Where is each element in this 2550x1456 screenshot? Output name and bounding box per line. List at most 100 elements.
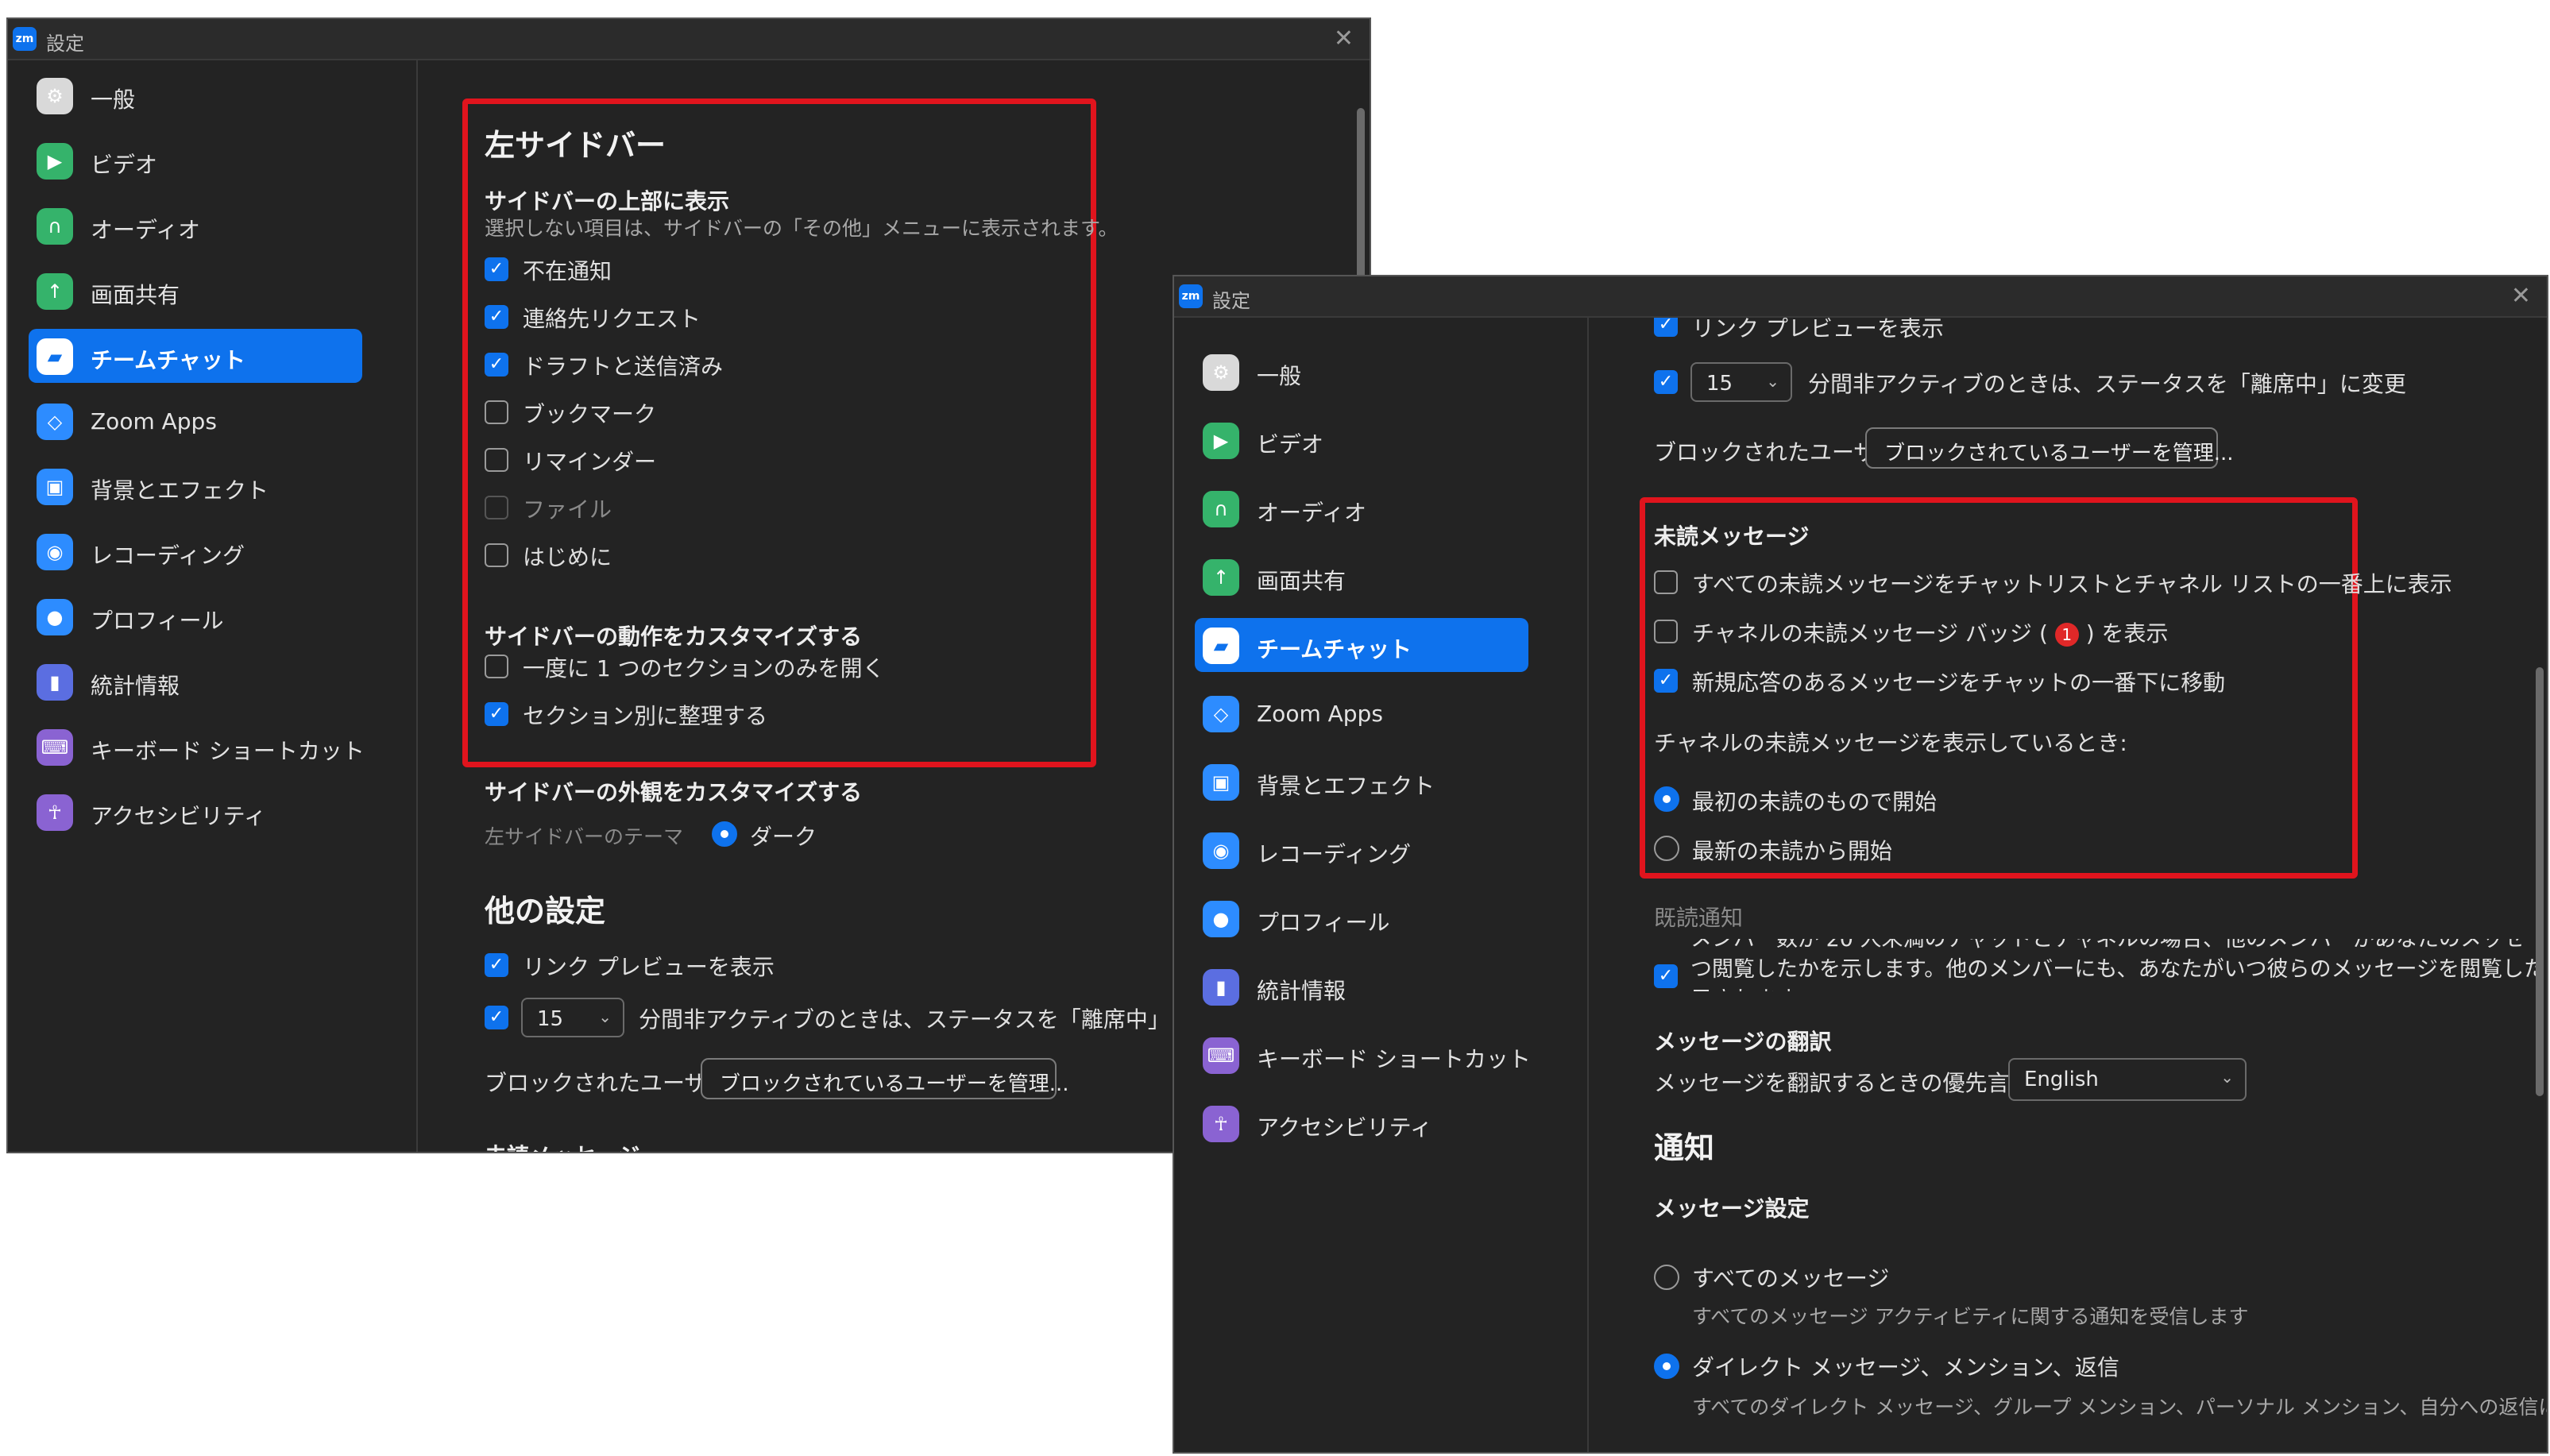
sidebar-item[interactable]: ⌨ キーボード ショートカット: [29, 720, 365, 774]
start-latest-unread-label: 最新の未読から開始: [1692, 838, 1893, 864]
start-latest-unread-radio[interactable]: [1654, 836, 1679, 861]
zoom-logo-icon: zm: [1179, 284, 1203, 308]
manage-blocked-users-label: ブロックされているユーザーを管理...: [1884, 442, 2234, 465]
translate-language-select[interactable]: English ⌄: [2008, 1058, 2247, 1101]
sidebar-item[interactable]: ⌨ キーボード ショートカット: [1195, 1028, 1531, 1082]
translate-heading: メッセージの翻訳: [1654, 1029, 1832, 1055]
sidebar-item-label: プロフィール: [91, 608, 224, 634]
sidebar-top-description: 選択しない項目は、サイドバーの「その他」メニューに表示されます。: [485, 217, 1119, 240]
read-receipt-line: メンバー数が 20 人未満のチャットとチャネルの場合、他のメンバーがあなたのメッ…: [1690, 939, 2547, 952]
notify-all-radio[interactable]: [1654, 1265, 1679, 1290]
sidebar-item[interactable]: ▶ ビデオ: [29, 133, 362, 187]
gear-icon: ⚙: [37, 78, 73, 114]
chat-icon: ▰: [37, 338, 73, 375]
title-bar: zm 設定 ✕: [1174, 276, 2547, 318]
close-icon[interactable]: ✕: [2511, 284, 2531, 308]
notify-direct-label: ダイレクト メッセージ、メンション、返信: [1692, 1354, 2119, 1381]
organize-by-section-checkbox[interactable]: ✓: [485, 702, 508, 726]
idle-minutes-select[interactable]: 15 ⌄: [1690, 362, 1792, 402]
sidebar-item[interactable]: ⚙ 一般: [29, 68, 362, 122]
unread-top-checkbox[interactable]: [1654, 570, 1678, 594]
away-notice-checkbox[interactable]: ✓: [485, 257, 508, 281]
idle-minutes-select[interactable]: 15 ⌄: [521, 998, 624, 1037]
contact-requests-checkbox[interactable]: ✓: [485, 305, 508, 329]
sidebar-item[interactable]: ↑ 画面共有: [29, 264, 362, 318]
unread-heading-cut: 未読メッセージ: [485, 1139, 639, 1152]
theme-dark-radio[interactable]: [712, 821, 737, 847]
background-icon: ▣: [1203, 764, 1239, 801]
close-icon[interactable]: ✕: [1334, 27, 1354, 51]
unread-badge-label-before: チャネルの未読メッセージ バッジ (: [1692, 620, 2048, 647]
notify-direct-radio[interactable]: [1654, 1354, 1679, 1379]
sidebar-item[interactable]: ◉ レコーディング: [1195, 823, 1528, 877]
sidebar-item[interactable]: ▣ 背景とエフェクト: [1195, 755, 1528, 809]
bookmarks-checkbox[interactable]: [485, 400, 508, 424]
drafts-sent-checkbox[interactable]: ✓: [485, 353, 508, 377]
share-screen-icon: ↑: [1203, 559, 1239, 596]
link-preview-label: リンク プレビューを表示: [523, 954, 775, 980]
sidebar-item[interactable]: ▶ ビデオ: [1195, 413, 1528, 467]
idle-status-checkbox[interactable]: ✓: [1654, 370, 1678, 394]
apps-icon: ◇: [37, 404, 73, 440]
chevron-down-icon: ⌄: [598, 1007, 612, 1026]
chevron-down-icon: ⌄: [1766, 372, 1779, 391]
contact-requests-label: 連絡先リクエスト: [523, 306, 701, 332]
move-replies-checkbox[interactable]: ✓: [1654, 669, 1678, 693]
manage-blocked-users-button[interactable]: ブロックされているユーザーを管理...: [701, 1058, 1069, 1099]
getting-started-checkbox[interactable]: [485, 543, 508, 567]
settings-sidebar: ⚙ 一般 ▶ ビデオ ∩ オーディオ ↑ 画面共有 ▰ チームチャット ◇ Zoom Apps ▣ 背景と…: [8, 60, 418, 1152]
scrollbar[interactable]: [2536, 667, 2544, 1096]
start-first-unread-radio[interactable]: [1654, 786, 1679, 812]
settings-window-back: zm 設定 ✕ ⚙ 一般 ▶ ビデオ ∩ オーディオ ↑ 画面共有 ▰ チームチャット ◇ Zoom …: [6, 17, 1371, 1153]
sidebar-item[interactable]: ▮ 統計情報: [29, 655, 362, 709]
sidebar-item[interactable]: ◇ Zoom Apps: [1195, 686, 1528, 740]
sidebar-item[interactable]: ∩ オーディオ: [29, 199, 362, 253]
start-first-unread-label: 最初の未読のもので開始: [1692, 789, 1938, 815]
sidebar-item[interactable]: ☥ アクセシビリティ: [29, 785, 362, 839]
read-receipt-heading: 既読通知: [1654, 905, 1744, 931]
sidebar-item[interactable]: ▮ 統計情報: [1195, 960, 1528, 1014]
link-preview-checkbox[interactable]: ✓: [1654, 318, 1678, 337]
window-title: 設定: [46, 33, 84, 55]
sidebar-item[interactable]: ∩ オーディオ: [1195, 481, 1528, 535]
sidebar-item[interactable]: ▰ チームチャット: [29, 329, 362, 383]
sidebar-item[interactable]: ◇ Zoom Apps: [29, 394, 362, 448]
headphones-icon: ∩: [1203, 491, 1239, 527]
one-section-open-label: 一度に 1 つのセクションのみを開く: [523, 655, 885, 682]
read-receipt-text: メンバー数が 20 人未満のチャットとチャネルの場合、他のメンバーがあなたのメッ…: [1690, 939, 2547, 991]
organize-by-section-label: セクション別に整理する: [523, 703, 768, 729]
sidebar-item[interactable]: ↑ 画面共有: [1195, 550, 1528, 604]
read-receipt-line: つ閲覧したかを示します。他のメンバーにも、あなたがいつ彼らのメッセージを閲覧した…: [1690, 957, 2547, 982]
sidebar-item-label: 統計情報: [1257, 978, 1346, 1004]
sidebar-item[interactable]: ● プロフィール: [29, 589, 362, 643]
sidebar-item[interactable]: ◉ レコーディング: [29, 524, 362, 578]
move-replies-label: 新規応答のあるメッセージをチャットの一番下に移動: [1692, 670, 2226, 696]
video-icon: ▶: [37, 143, 73, 180]
record-icon: ◉: [37, 534, 73, 570]
share-screen-icon: ↑: [37, 273, 73, 310]
chevron-down-icon: ⌄: [2220, 1068, 2234, 1087]
link-preview-label: リンク プレビューを表示: [1692, 318, 1944, 342]
unread-badge-checkbox[interactable]: [1654, 620, 1678, 643]
sidebar-item-label: チームチャット: [1257, 636, 1412, 662]
sidebar-item[interactable]: ● プロフィール: [1195, 891, 1528, 945]
link-preview-checkbox[interactable]: ✓: [485, 953, 508, 977]
sidebar-item[interactable]: ▰ チームチャット: [1195, 618, 1528, 672]
sidebar-item[interactable]: ☥ アクセシビリティ: [1195, 1096, 1528, 1150]
read-receipt-checkbox[interactable]: ✓: [1654, 964, 1678, 988]
manage-blocked-users-button[interactable]: ブロックされているユーザーを管理...: [1865, 427, 2234, 469]
sidebar-item-label: 統計情報: [91, 673, 180, 699]
sidebar-item[interactable]: ▣ 背景とエフェクト: [29, 459, 362, 513]
idle-status-label: 分間非アクティブのときは、ステータスを「離席中」に変更: [1808, 371, 2406, 397]
translate-label: メッセージを翻訳するときの優先言語:: [1654, 1070, 2039, 1096]
background-icon: ▣: [37, 469, 73, 505]
sidebar-item-label: Zoom Apps: [91, 408, 217, 434]
notify-all-label: すべてのメッセージ: [1692, 1265, 1890, 1292]
sidebar-item-label: キーボード ショートカット: [91, 738, 365, 764]
idle-status-checkbox[interactable]: ✓: [485, 1006, 508, 1029]
sidebar-item[interactable]: ⚙ 一般: [1195, 345, 1528, 399]
bookmarks-label: ブックマーク: [523, 401, 657, 427]
reminders-checkbox[interactable]: [485, 448, 508, 472]
one-section-open-checkbox[interactable]: [485, 655, 508, 678]
read-receipt-line: 示されます。: [1690, 985, 2547, 991]
